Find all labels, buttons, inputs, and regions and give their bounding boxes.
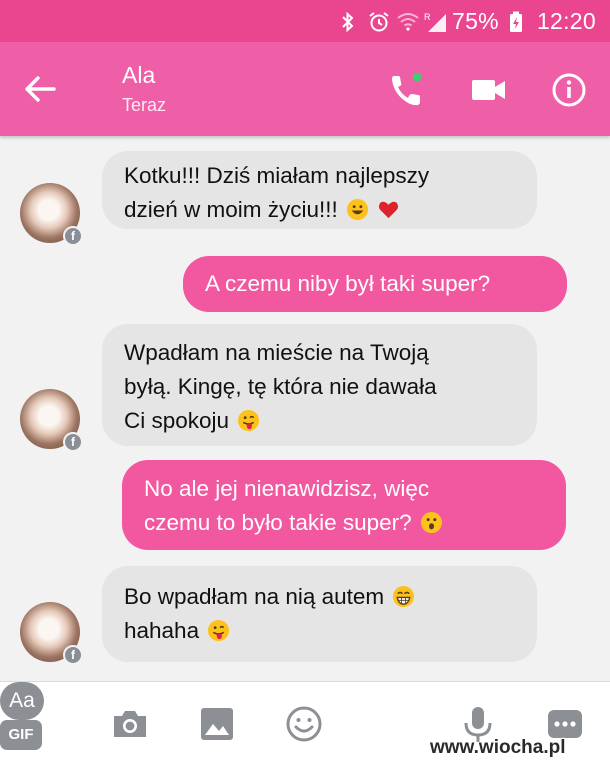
- image-icon: [201, 708, 233, 740]
- info-icon: [552, 73, 586, 107]
- message-bubble-incoming[interactable]: Kotku!!! Dziś miałam najlepszy dzień w m…: [102, 151, 537, 229]
- facebook-badge-icon: f: [63, 432, 83, 452]
- message-line-with-emoji: dzień w moim życiu!!!: [124, 193, 515, 227]
- message-thread[interactable]: f Kotku!!! Dziś miałam najlepszy dzień w…: [0, 136, 610, 681]
- message-line: A czemu niby był taki super?: [205, 271, 491, 296]
- message-line: No ale jej nienawidzisz, więc: [144, 476, 430, 501]
- message-line: czemu to było takie super?: [144, 510, 412, 535]
- phone-call-icon: [392, 71, 423, 106]
- avatar[interactable]: f: [20, 602, 83, 665]
- voice-call-button[interactable]: [385, 68, 429, 112]
- astonished-emoji: [420, 511, 442, 534]
- emoji-button[interactable]: [283, 703, 325, 745]
- camera-button[interactable]: [109, 703, 151, 745]
- wifi-icon: [396, 11, 419, 31]
- watermark: www.wiocha.pl: [430, 737, 566, 758]
- battery-percent: 75%: [452, 7, 499, 34]
- avatar[interactable]: f: [20, 183, 83, 246]
- back-arrow-icon: [25, 76, 56, 102]
- gif-button[interactable]: GIF: [0, 720, 42, 750]
- composer-toolbar: Aa GIF: [0, 681, 610, 774]
- alarm-icon: [368, 11, 389, 32]
- message-line-with-emoji: czemu to było takie super?: [144, 506, 544, 540]
- status-icons: R 75% 12:20: [340, 6, 596, 36]
- emoji-face-icon: [286, 706, 322, 742]
- grinning-emoji: [347, 198, 369, 221]
- message-line-with-emoji: Bo wpadłam na nią autem: [124, 580, 515, 614]
- conversation-header: Ala Teraz: [0, 42, 610, 136]
- message-line: byłą. Kingę, tę która nie dawała: [124, 374, 437, 399]
- video-call-button[interactable]: [467, 68, 511, 112]
- message-line: Wpadłam na mieście na Twoją: [124, 340, 429, 365]
- beaming-grin-emoji: [393, 585, 415, 608]
- back-button[interactable]: [20, 72, 60, 106]
- tongue-out-emoji: [238, 409, 260, 432]
- contact-active-status: Teraz: [122, 95, 167, 115]
- red-heart-emoji: [379, 201, 399, 219]
- tongue-out-emoji: [208, 619, 230, 642]
- battery-charging-icon: [509, 11, 527, 32]
- message-line: Kotku!!! Dziś miałam najlepszy: [124, 163, 430, 188]
- message-bubble-incoming[interactable]: Bo wpadłam na nią autem hahaha: [102, 566, 537, 662]
- message-line: dzień w moim życiu!!!: [124, 197, 338, 222]
- svg-text:R: R: [424, 12, 431, 22]
- gallery-button[interactable]: [196, 703, 238, 745]
- roaming-signal-icon: R: [424, 11, 446, 32]
- message-bubble-outgoing[interactable]: No ale jej nienawidzisz, więc czemu to b…: [122, 460, 566, 550]
- video-camera-icon: [472, 80, 505, 100]
- camera-icon: [114, 711, 146, 737]
- bluetooth-icon: [340, 11, 358, 33]
- message-line: hahaha: [124, 618, 200, 643]
- status-bar: R 75% 12:20: [0, 0, 610, 42]
- message-line: Bo wpadłam na nią autem: [124, 584, 385, 609]
- clock: 12:20: [536, 7, 596, 34]
- facebook-badge-icon: f: [63, 645, 83, 665]
- text-input-button[interactable]: Aa: [0, 682, 44, 720]
- message-line-with-emoji: Ci spokoju: [124, 404, 515, 438]
- message-line-with-emoji: hahaha: [124, 614, 515, 648]
- avatar[interactable]: f: [20, 389, 83, 452]
- message-line: Ci spokoju: [124, 408, 230, 433]
- contact-name[interactable]: Ala: [122, 62, 155, 89]
- info-button[interactable]: [547, 68, 591, 112]
- message-bubble-incoming[interactable]: Wpadłam na mieście na Twoją byłą. Kingę,…: [102, 324, 537, 446]
- facebook-badge-icon: f: [63, 226, 83, 246]
- message-bubble-outgoing[interactable]: A czemu niby był taki super?: [183, 256, 567, 312]
